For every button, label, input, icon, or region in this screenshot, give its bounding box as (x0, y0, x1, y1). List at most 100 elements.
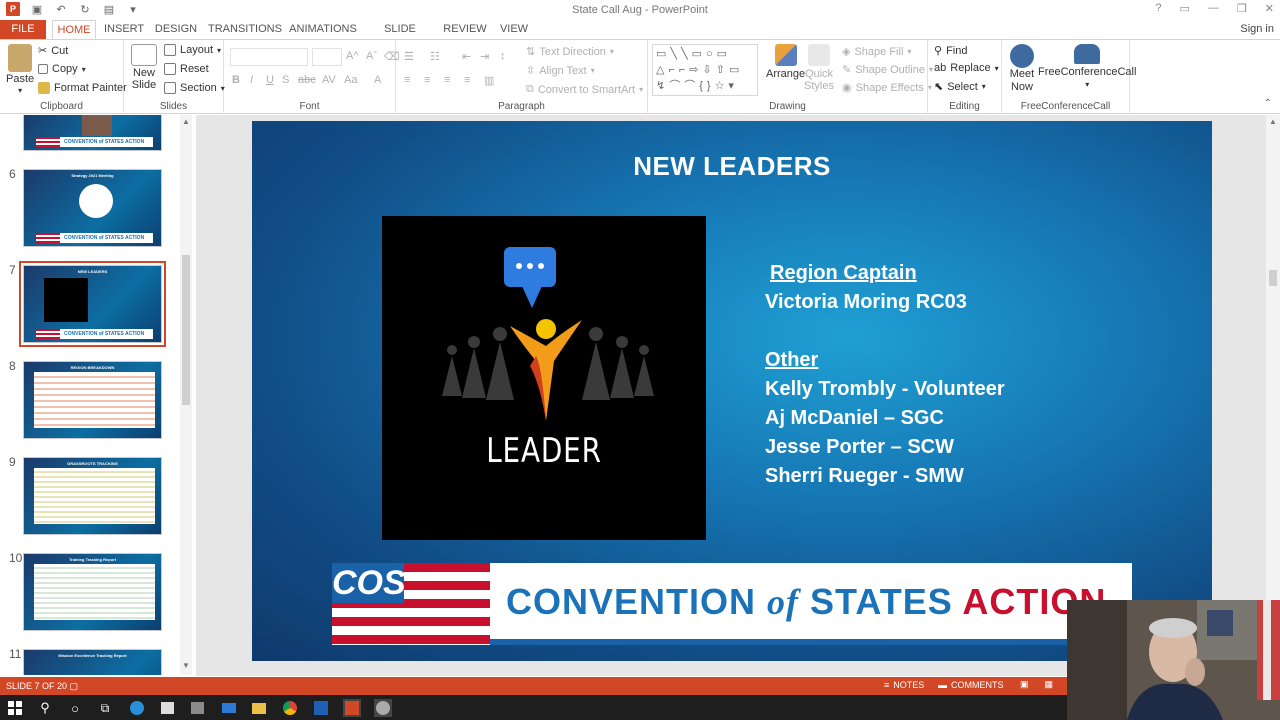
font-color-icon[interactable]: A (374, 74, 381, 86)
cos-banner[interactable]: COS CONVENTION of STATES ACTION (332, 563, 1132, 645)
scroll-up-icon[interactable]: ▲ (180, 117, 192, 129)
paste-button[interactable]: Paste ▾ (6, 44, 34, 95)
change-case-icon[interactable]: Aa (344, 74, 357, 86)
region-captain-name[interactable]: Victoria Moring RC03 (765, 291, 967, 314)
new-slide-button[interactable]: New Slide (130, 44, 158, 91)
slide-thumbnail-7[interactable]: NEW LEADERS CONVENTION of STATES ACTION (19, 261, 166, 347)
line-spacing-icon[interactable]: ↕ (500, 50, 506, 62)
thumbnail-scrollbar[interactable]: ▲ ▼ (180, 115, 192, 675)
find-button[interactable]: ⚲ Find (934, 44, 967, 58)
align-text-button[interactable]: ⇳ Align Text ▾ (526, 64, 595, 78)
help-icon[interactable]: ? (1155, 2, 1161, 15)
slide-title[interactable]: NEW LEADERS (252, 151, 1212, 182)
tab-view[interactable]: VIEW (498, 20, 530, 39)
normal-view-icon[interactable]: ▣ (1020, 679, 1029, 690)
editor-scrollbar[interactable]: ▲ (1266, 115, 1280, 676)
outlook-icon[interactable] (312, 699, 330, 717)
current-slide[interactable]: NEW LEADERS LEADER Region Captain Victor… (252, 121, 1212, 661)
italic-icon[interactable]: I (250, 74, 253, 86)
spellcheck-icon[interactable]: ▢ (70, 681, 79, 691)
shape-effects-button[interactable]: ◉ Shape Effects ▾ (842, 81, 932, 95)
tab-review[interactable]: REVIEW (442, 20, 488, 39)
sign-in-link[interactable]: Sign in (1240, 23, 1274, 35)
character-spacing-icon[interactable]: AV (322, 74, 336, 86)
chrome-active-icon[interactable] (374, 699, 392, 717)
align-center-icon[interactable]: ≡ (424, 74, 430, 86)
select-button[interactable]: ⬉ Select ▾ (934, 80, 986, 94)
restore-icon[interactable]: ❐ (1237, 2, 1247, 15)
leader-image[interactable]: LEADER (382, 216, 706, 540)
other-heading[interactable]: Other (765, 349, 818, 372)
font-name-select[interactable] (230, 48, 308, 66)
scroll-down-icon[interactable]: ▼ (180, 661, 192, 673)
tab-file[interactable]: FILE (0, 20, 46, 39)
bold-icon[interactable]: B (232, 74, 240, 86)
meet-now-button[interactable]: Meet Now (1008, 44, 1036, 94)
shrink-font-icon[interactable]: Aˇ (366, 50, 377, 62)
tab-animations[interactable]: ANIMATIONS (288, 20, 358, 39)
underline-icon[interactable]: U (266, 74, 274, 86)
shape-fill-button[interactable]: ◈ Shape Fill ▾ (842, 45, 911, 59)
search-icon[interactable]: ⚲ (36, 699, 54, 717)
other-leader-item[interactable]: Sherri Rueger - SMW (765, 465, 964, 488)
other-leader-item[interactable]: Kelly Trombly - Volunteer (765, 378, 1005, 401)
cut-button[interactable]: ✂ Cut (38, 44, 68, 58)
freeconferencecall-button[interactable]: FreeConferenceCall ▾ (1038, 44, 1136, 89)
scrollbar-thumb[interactable] (182, 255, 190, 405)
numbering-icon[interactable]: ☷ (430, 50, 440, 63)
tab-transitions[interactable]: TRANSITIONS (208, 20, 282, 39)
replace-button[interactable]: ab Replace ▾ (934, 62, 999, 74)
quick-styles-button[interactable]: Quick Styles (804, 44, 834, 92)
mail-icon[interactable] (220, 699, 238, 717)
slide-thumbnail-6[interactable]: Strategy 2021 Meeting CONVENTION of STAT… (23, 169, 162, 247)
store-icon[interactable] (158, 699, 176, 717)
close-icon[interactable]: ✕ (1265, 2, 1274, 15)
grow-font-icon[interactable]: A^ (346, 50, 359, 62)
windows-start-icon[interactable] (6, 699, 24, 717)
slide-thumbnail-11[interactable]: Mission Excellence Tracking Report (23, 649, 162, 675)
text-direction-button[interactable]: ⇅ Text Direction ▾ (526, 45, 614, 59)
shapes-gallery[interactable]: ▭╲╲▭○▭ △⌐⌐⇨⇩⇧▭ ↯⌒⌒{}☆▾ (652, 44, 758, 96)
edge-icon[interactable] (128, 699, 146, 717)
slide-thumbnail-9[interactable]: GRASSROOTS TRACKING (23, 457, 162, 535)
bullets-icon[interactable]: ☰ (404, 50, 414, 63)
slide-thumbnail-5[interactable]: CONVENTION of STATES ACTION (23, 115, 162, 151)
task-view-icon[interactable]: ⧉ (96, 699, 114, 717)
other-leader-item[interactable]: Aj McDaniel – SGC (765, 407, 944, 430)
other-leader-item[interactable]: Jesse Porter – SCW (765, 436, 954, 459)
justify-icon[interactable]: ≡ (464, 74, 470, 86)
shape-outline-button[interactable]: ✎ Shape Outline ▾ (842, 63, 933, 77)
columns-icon[interactable]: ▥ (484, 74, 494, 87)
minimize-icon[interactable]: — (1208, 2, 1219, 15)
reset-button[interactable]: Reset (164, 63, 209, 75)
increase-indent-icon[interactable]: ⇥ (480, 50, 489, 63)
tab-insert[interactable]: INSERT (104, 20, 144, 39)
cortana-icon[interactable]: ○ (66, 699, 84, 717)
arrange-button[interactable]: Arrange (766, 44, 805, 80)
region-captain-heading[interactable]: Region Captain (770, 262, 917, 285)
font-size-select[interactable] (312, 48, 342, 66)
collapse-ribbon-icon[interactable]: ⌃ (1264, 98, 1272, 109)
scroll-up-icon[interactable]: ▲ (1266, 117, 1280, 126)
scrollbar-thumb[interactable] (1269, 270, 1277, 286)
file-explorer-icon[interactable] (250, 699, 268, 717)
copy-button[interactable]: Copy ▾ (38, 63, 86, 75)
slide-sorter-icon[interactable]: ▦ (1045, 679, 1054, 690)
decrease-indent-icon[interactable]: ⇤ (462, 50, 471, 63)
tab-design[interactable]: DESIGN (152, 20, 200, 39)
powerpoint-taskbar-icon[interactable] (343, 699, 361, 717)
comments-button[interactable]: ▬ COMMENTS (938, 680, 1004, 690)
notes-button[interactable]: ≡ NOTES (884, 680, 924, 690)
convert-smartart-button[interactable]: ⧉ Convert to SmartArt ▾ (526, 83, 643, 96)
strikethrough-icon[interactable]: abc (298, 74, 316, 86)
app-icon[interactable] (188, 699, 206, 717)
tab-slide-show[interactable]: SLIDE SHOW (368, 20, 432, 53)
slide-thumbnail-10[interactable]: Training Tracking Report (23, 553, 162, 631)
chrome-icon[interactable] (281, 699, 299, 717)
slide-thumbnail-8[interactable]: REGION BREAKDOWN (23, 361, 162, 439)
align-right-icon[interactable]: ≡ (444, 74, 450, 86)
shadow-icon[interactable]: S (282, 74, 289, 86)
format-painter-button[interactable]: Format Painter (38, 82, 127, 94)
section-button[interactable]: Section ▾ (164, 82, 225, 94)
layout-button[interactable]: Layout ▾ (164, 44, 221, 56)
